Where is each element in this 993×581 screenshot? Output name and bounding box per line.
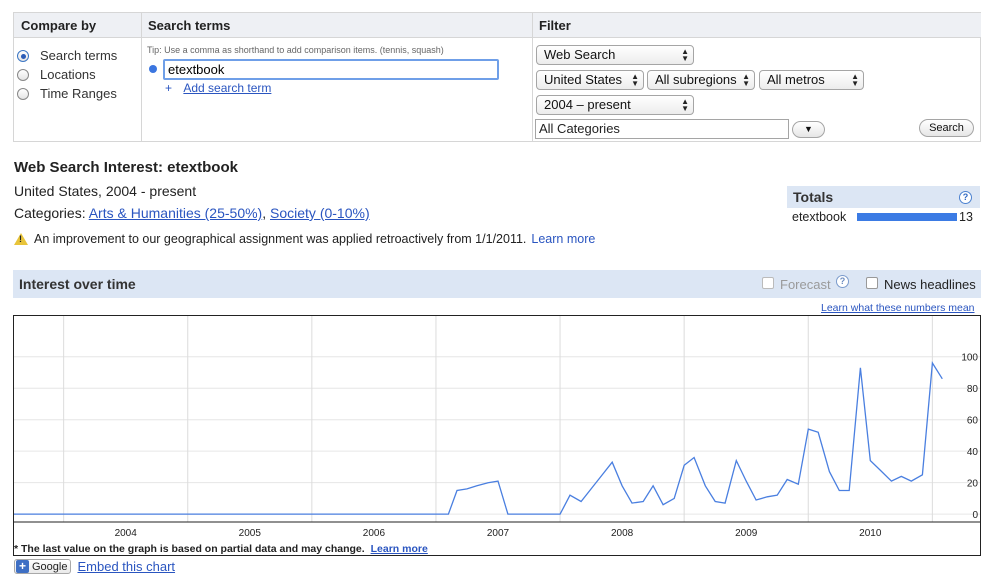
y-tick-label: 40 [967, 447, 979, 458]
select-arrows-icon: ▲ ▼ [851, 72, 859, 88]
category-link-arts[interactable]: Arts & Humanities (25-50%) [89, 205, 263, 221]
country-value: United States [544, 72, 623, 87]
geo-warning: ! An improvement to our geographical ass… [14, 232, 595, 246]
y-tick-label: 20 [967, 479, 979, 490]
search-type-value: Web Search [544, 47, 616, 62]
select-arrows-icon: ▲ ▼ [742, 72, 750, 88]
y-tick-label: 60 [967, 416, 979, 427]
x-tick-label: 2009 [735, 528, 758, 539]
footnote-learn-more-link[interactable]: Learn more [371, 543, 428, 555]
category-field[interactable]: All Categories [535, 119, 789, 139]
page-title: Web Search Interest: etextbook [14, 159, 238, 176]
news-headlines-label: News headlines [884, 277, 976, 292]
column-divider [141, 13, 142, 141]
embed-chart-link[interactable]: Embed this chart [77, 559, 175, 574]
totals-bar [857, 213, 957, 221]
footnote-text: * The last value on the graph is based o… [14, 543, 365, 555]
radio-search-terms[interactable]: Search terms [17, 48, 117, 63]
categories-label: Categories: [14, 205, 86, 221]
search-type-select[interactable]: Web Search ▲ ▼ [536, 45, 694, 65]
plus-icon: + [165, 81, 173, 95]
radio-label: Locations [40, 67, 96, 82]
time-range-select[interactable]: 2004 – present ▲ ▼ [536, 95, 694, 115]
radio-icon[interactable] [17, 87, 29, 100]
y-tick-label: 80 [967, 384, 979, 395]
category-dropdown-button[interactable]: ▼ [792, 121, 825, 138]
country-select[interactable]: United States ▲ ▼ [536, 70, 644, 90]
y-tick-label: 0 [972, 510, 978, 521]
forecast-label: Forecast [780, 277, 831, 292]
footnote: * The last value on the graph is based o… [14, 543, 428, 555]
x-tick-label: 2008 [611, 528, 634, 539]
forecast-checkbox[interactable] [762, 277, 774, 289]
location-line: United States, 2004 - present [14, 183, 197, 199]
term-color-dot-icon [149, 65, 157, 73]
forecast-help-icon[interactable]: ? [836, 275, 849, 288]
x-tick-label: 2010 [859, 528, 882, 539]
subregion-select[interactable]: All subregions ▲ ▼ [647, 70, 755, 90]
metro-select[interactable]: All metros ▲ ▼ [759, 70, 864, 90]
warning-learn-more-link[interactable]: Learn more [531, 232, 595, 246]
totals-title: Totals [793, 189, 834, 205]
google-add-badge[interactable]: + Google [14, 559, 72, 574]
radio-time-ranges[interactable]: Time Ranges [17, 86, 117, 101]
learn-numbers-link[interactable]: Learn what these numbers mean [821, 302, 975, 314]
select-arrows-icon: ▲ ▼ [631, 72, 639, 88]
add-search-term-link[interactable]: Add search term [183, 81, 271, 95]
totals-term: etextbook [792, 210, 847, 224]
warning-icon: ! [14, 233, 28, 245]
category-separator: , [262, 205, 267, 221]
radio-icon[interactable] [17, 68, 29, 81]
search-term-input[interactable] [163, 59, 499, 80]
filter-header: Filter [532, 13, 981, 38]
add-search-term[interactable]: + Add search term [165, 81, 271, 95]
google-badge-text: Google [32, 560, 68, 573]
query-panel: Compare by Search terms Filter Search te… [13, 12, 981, 142]
select-arrows-icon: ▲ ▼ [681, 97, 689, 113]
column-divider [532, 13, 533, 141]
interest-over-time-title: Interest over time [19, 276, 136, 292]
news-headlines-checkbox[interactable] [866, 277, 878, 289]
interest-chart-svg: 2004200520062007200820092010201102040608… [14, 316, 980, 539]
series-line [14, 361, 943, 515]
interest-chart: 2004200520062007200820092010201102040608… [13, 315, 981, 556]
search-button[interactable]: Search [919, 119, 974, 137]
plus-icon: + [16, 560, 29, 573]
categories-line: Categories: Arts & Humanities (25-50%), … [14, 205, 370, 221]
y-tick-label: 100 [961, 353, 978, 364]
x-tick-label: 2005 [239, 528, 262, 539]
embed-row: + Google Embed this chart [14, 559, 175, 574]
search-terms-header: Search terms [141, 13, 532, 38]
x-tick-label: 2004 [115, 528, 138, 539]
totals-value: 13 [959, 210, 973, 224]
search-tip: Tip: Use a comma as shorthand to add com… [147, 45, 444, 55]
warning-text: An improvement to our geographical assig… [34, 232, 527, 246]
radio-locations[interactable]: Locations [17, 67, 96, 82]
radio-selected-icon[interactable] [17, 49, 29, 62]
subregion-value: All subregions [655, 72, 737, 87]
radio-label: Time Ranges [40, 86, 117, 101]
x-tick-label: 2006 [363, 528, 386, 539]
select-arrows-icon: ▲ ▼ [681, 47, 689, 63]
category-link-society[interactable]: Society (0-10%) [270, 205, 370, 221]
totals-help-icon[interactable]: ? [959, 191, 972, 204]
compare-by-header: Compare by [14, 13, 141, 38]
time-range-value: 2004 – present [544, 97, 631, 112]
metro-value: All metros [767, 72, 825, 87]
totals-header: Totals [787, 186, 980, 208]
chevron-down-icon: ▼ [804, 124, 813, 134]
x-tick-label: 2007 [487, 528, 510, 539]
radio-label: Search terms [40, 48, 118, 63]
